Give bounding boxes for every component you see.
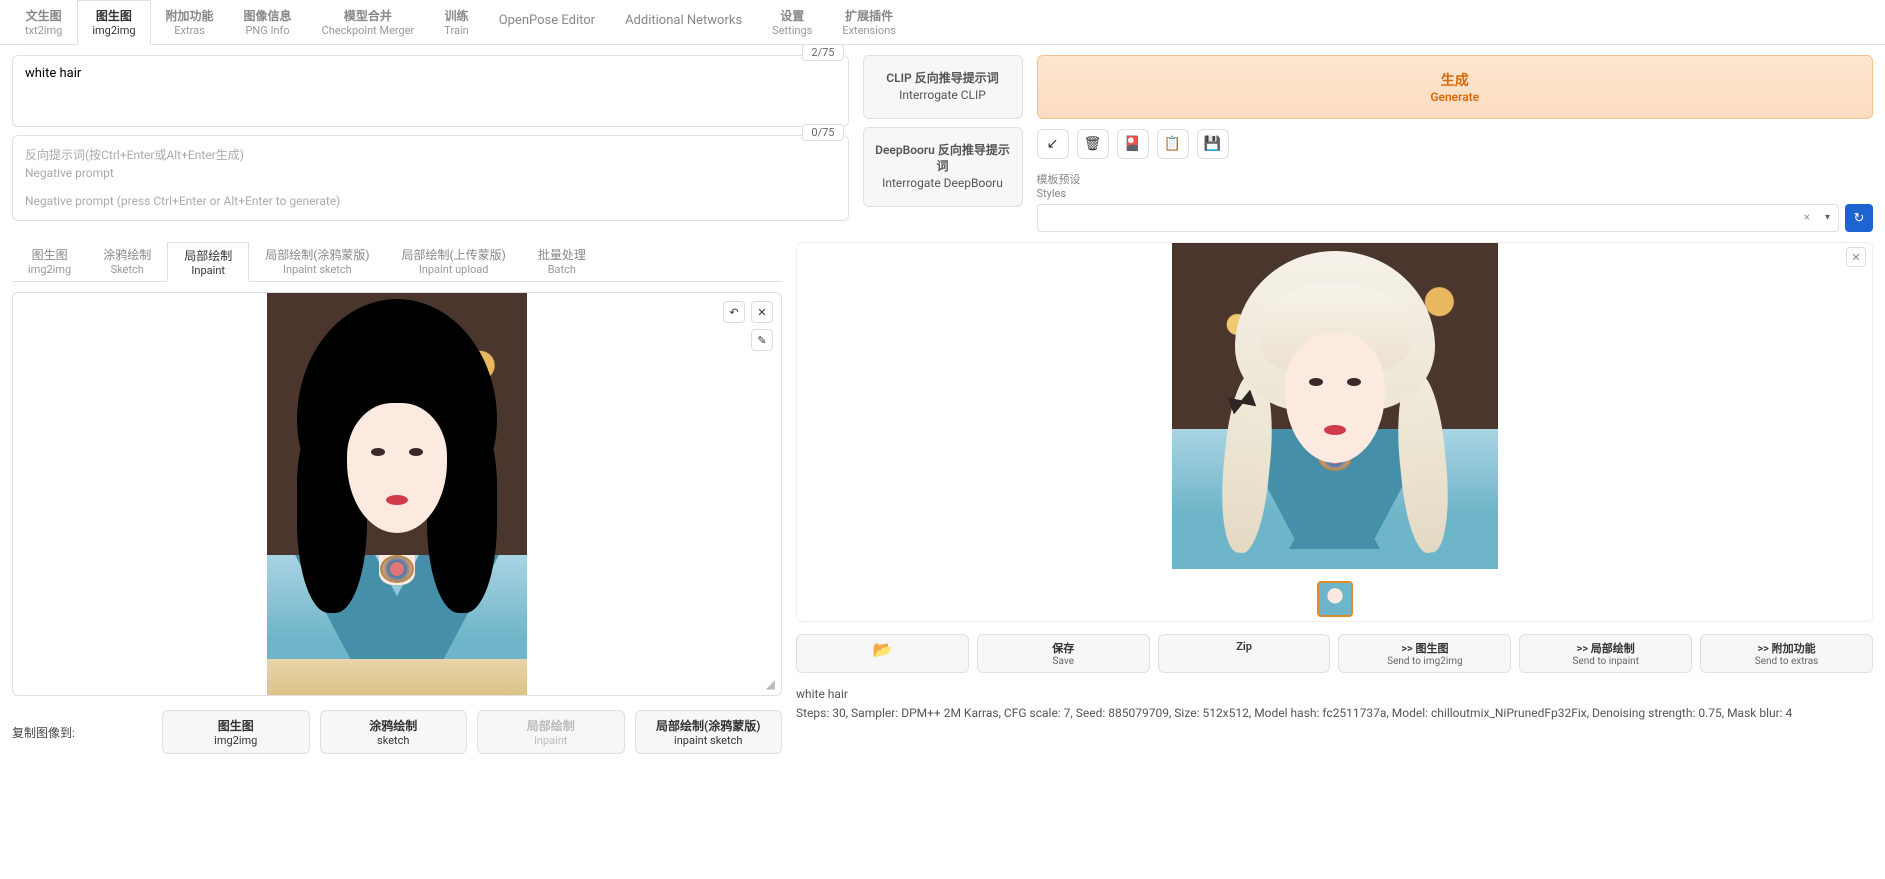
styles-refresh-button[interactable]: ↻ (1845, 204, 1873, 232)
main-tab-train[interactable]: 训练Train (429, 0, 483, 44)
open-folder-button[interactable]: 📂 (796, 634, 969, 673)
subtab-inpaint[interactable]: 局部绘制Inpaint (167, 242, 249, 282)
info-params: Steps: 30, Sampler: DPM++ 2M Karras, CFG… (796, 704, 1873, 723)
copy-image-label: 复制图像到: (12, 724, 152, 741)
send-to-img2img-button[interactable]: >> 图生图Send to img2img (1338, 634, 1511, 673)
main-tab-additional-networks[interactable]: Additional Networks (610, 0, 757, 44)
output-close-button[interactable]: ✕ (1846, 247, 1866, 267)
inpaint-canvas[interactable]: ↶ ✕ ✎ ◢ (12, 292, 782, 696)
chevron-down-icon[interactable]: ▾ (1825, 212, 1830, 223)
main-tab-png-info[interactable]: 图像信息PNG Info (229, 0, 307, 44)
neg-placeholder-cn: 反向提示词(按Ctrl+Enter或Alt+Enter生成) (25, 146, 836, 164)
tool-trash-button[interactable]: 🗑 (1077, 129, 1109, 159)
prompt-token-count: 2/75 (802, 44, 843, 61)
subtab-inpaint-upload[interactable]: 局部绘制(上传蒙版)Inpaint upload (386, 242, 522, 281)
main-tab-openpose-editor[interactable]: OpenPose Editor (484, 0, 610, 44)
prompt-box[interactable]: 2/75 (12, 55, 849, 127)
neg-placeholder-en2: Negative prompt (press Ctrl+Enter or Alt… (25, 192, 836, 210)
copy-to-inpaint-button: 局部绘制inpaint (477, 710, 625, 754)
neg-token-count: 0/75 (802, 124, 843, 141)
send-to-inpaint-button[interactable]: >> 局部绘制Send to inpaint (1519, 634, 1692, 673)
tool-clipboard-button[interactable]: 📋 (1157, 129, 1189, 159)
tool-arrow-button[interactable]: ↙ (1037, 129, 1069, 159)
styles-label-en: Styles (1037, 187, 1067, 200)
main-tab-checkpoint-merger[interactable]: 模型合并Checkpoint Merger (307, 0, 430, 44)
copy-to-inpaint-sketch-button[interactable]: 局部绘制(涂鸦蒙版)inpaint sketch (635, 710, 783, 754)
negative-prompt-box[interactable]: 0/75 反向提示词(按Ctrl+Enter或Alt+Enter生成) Nega… (12, 135, 849, 221)
main-tab-txt2img[interactable]: 文生图txt2img (10, 0, 77, 44)
info-prompt: white hair (796, 685, 1873, 704)
canvas-undo-button[interactable]: ↶ (723, 301, 745, 323)
input-image (267, 293, 527, 695)
copy-to-sketch-button[interactable]: 涂鸦绘制sketch (320, 710, 468, 754)
generate-button[interactable]: 生成 Generate (1037, 55, 1874, 119)
neg-placeholder-en1: Negative prompt (25, 164, 836, 182)
main-tab-extras[interactable]: 附加功能Extras (151, 0, 229, 44)
main-tab-settings[interactable]: 设置Settings (757, 0, 827, 44)
interrogate-deepbooru-button[interactable]: DeepBooru 反向推导提示词 Interrogate DeepBooru (863, 127, 1023, 207)
canvas-pen-button[interactable]: ✎ (751, 329, 773, 351)
save-button[interactable]: 保存Save (977, 634, 1150, 673)
tool-card-button[interactable]: 🎴 (1117, 129, 1149, 159)
resize-handle-icon[interactable]: ◢ (766, 677, 775, 691)
styles-label-cn: 模板预设 (1037, 173, 1081, 186)
prompt-input[interactable] (25, 66, 836, 96)
output-image[interactable] (1172, 243, 1498, 569)
subtab-img2img[interactable]: 图生图img2img (12, 242, 87, 281)
subtab-batch[interactable]: 批量处理Batch (522, 242, 602, 281)
main-tab-extensions[interactable]: 扩展插件Extensions (827, 0, 911, 44)
canvas-close-button[interactable]: ✕ (751, 301, 773, 323)
tool-save-button[interactable]: 💾 (1197, 129, 1229, 159)
interrogate-clip-button[interactable]: CLIP 反向推导提示词 Interrogate CLIP (863, 55, 1023, 119)
subtab-inpaint-sketch[interactable]: 局部绘制(涂鸦蒙版)Inpaint sketch (249, 242, 385, 281)
copy-to-img2img-button[interactable]: 图生图img2img (162, 710, 310, 754)
subtab-sketch[interactable]: 涂鸦绘制Sketch (87, 242, 167, 281)
output-thumbnail[interactable] (1317, 581, 1353, 617)
styles-clear-icon[interactable]: × (1804, 210, 1810, 224)
main-tab-img2img[interactable]: 图生图img2img (77, 0, 150, 45)
styles-select[interactable]: × ▾ (1037, 204, 1840, 232)
send-to-extras-button[interactable]: >> 附加功能Send to extras (1700, 634, 1873, 673)
zip-button[interactable]: Zip (1158, 634, 1331, 673)
